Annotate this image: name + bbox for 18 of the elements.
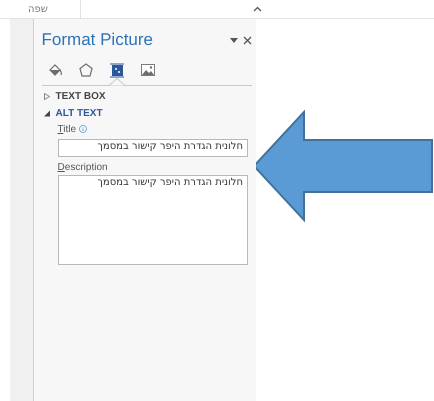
paint-bucket-icon[interactable] <box>46 62 63 78</box>
ribbon-group-label: שפה <box>28 4 48 14</box>
pentagon-icon[interactable] <box>78 62 94 78</box>
description-field[interactable]: חלונית הגדרת היפר קישור במסמך <box>58 175 248 265</box>
description-label: Description <box>58 162 109 173</box>
close-icon[interactable] <box>243 36 252 44</box>
pane-title: Format Picture <box>42 30 154 50</box>
title-label: Title <box>58 124 76 134</box>
section-header[interactable]: ALT TEXT <box>56 108 103 119</box>
layout-icon[interactable] <box>108 62 125 78</box>
collapse-ribbon-icon[interactable] <box>252 6 262 12</box>
expanded-triangle-icon[interactable] <box>44 110 50 117</box>
section-header[interactable]: TEXT BOX <box>56 91 106 102</box>
collapsed-triangle-icon[interactable] <box>44 93 50 100</box>
info-icon[interactable] <box>79 125 88 133</box>
title-field[interactable]: חלונית הגדרת היפר קישור במסמך <box>58 139 248 157</box>
dropdown-icon[interactable] <box>230 38 238 42</box>
picture-icon[interactable] <box>140 62 156 78</box>
